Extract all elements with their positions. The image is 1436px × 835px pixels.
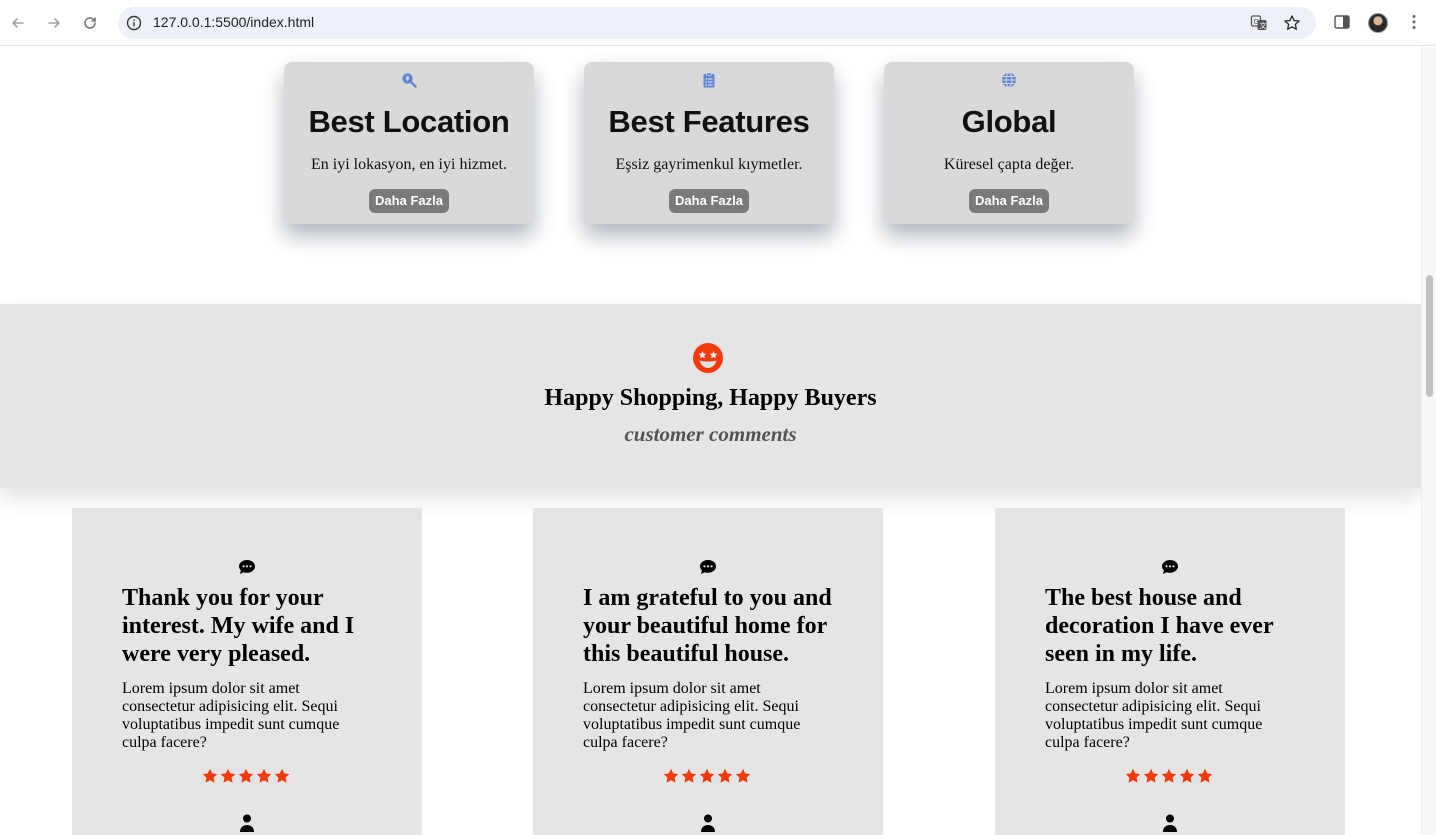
browser-toolbar: 127.0.0.1:5500/index.html G文 — [0, 0, 1436, 46]
feature-card-features: Best Features Eşsiz gayrimenkul kıymetle… — [584, 62, 834, 224]
url-text[interactable]: 127.0.0.1:5500/index.html — [153, 14, 314, 30]
star-icon — [1197, 768, 1213, 783]
search-location-icon — [402, 73, 417, 88]
site-info-icon[interactable] — [126, 15, 142, 31]
comment-dots-icon — [239, 560, 255, 574]
star-icon — [681, 768, 697, 783]
reload-icon[interactable] — [79, 12, 101, 34]
testimonials-header: Happy Shopping, Happy Buyers customer co… — [0, 304, 1421, 488]
globe-icon — [1002, 72, 1016, 88]
star-icon — [256, 768, 272, 783]
comment-heading: Thank you for your interest. My wife and… — [122, 585, 355, 667]
page-viewport: Best Location En iyi lokasyon, en iyi hi… — [0, 47, 1421, 835]
feature-card-global: Global Küresel çapta değer. Daha Fazla — [884, 62, 1134, 224]
star-icon — [663, 768, 679, 783]
comment-body: Lorem ipsum dolor sit amet consectetur a… — [122, 680, 340, 751]
scrollbar-thumb[interactable] — [1426, 275, 1433, 397]
comment-body: Lorem ipsum dolor sit amet consectetur a… — [1045, 680, 1263, 751]
feature-text: Eşsiz gayrimenkul kıymetler. — [615, 156, 803, 173]
star-icon — [735, 768, 751, 783]
star-icon — [699, 768, 715, 783]
user-icon — [1163, 814, 1177, 832]
svg-text:文: 文 — [1260, 21, 1267, 30]
vertical-scrollbar[interactable] — [1421, 47, 1436, 835]
user-icon — [701, 814, 715, 832]
more-button[interactable]: Daha Fazla — [369, 189, 449, 213]
comment-card: I am grateful to you and your beautiful … — [533, 508, 883, 835]
rating-stars — [1125, 768, 1213, 784]
user-icon — [240, 814, 254, 832]
star-icon — [1125, 768, 1141, 783]
star-icon — [274, 768, 290, 783]
feature-title: Best Location — [308, 104, 510, 139]
comment-heading: I am grateful to you and your beautiful … — [583, 585, 832, 667]
star-icon — [1143, 768, 1159, 783]
testimonials-title: Happy Shopping, Happy Buyers — [544, 385, 877, 411]
address-bar[interactable]: 127.0.0.1:5500/index.html G文 — [118, 7, 1316, 39]
feature-title: Best Features — [608, 104, 810, 139]
star-icon — [238, 768, 254, 783]
more-button[interactable]: Daha Fazla — [669, 189, 749, 213]
more-button[interactable]: Daha Fazla — [969, 189, 1049, 213]
comment-card: The best house and decoration I have eve… — [995, 508, 1345, 835]
feature-text: En iyi lokasyon, en iyi hizmet. — [311, 156, 507, 173]
comment-dots-icon — [700, 560, 716, 574]
comment-dots-icon — [1162, 560, 1178, 574]
forward-icon[interactable] — [43, 12, 65, 34]
grin-stars-icon — [693, 343, 723, 373]
comment-body: Lorem ipsum dolor sit amet consectetur a… — [583, 680, 801, 751]
feature-title: Global — [961, 104, 1057, 139]
comment-card: Thank you for your interest. My wife and… — [72, 508, 422, 835]
more-menu-icon[interactable] — [1404, 12, 1424, 32]
bookmark-star-icon[interactable] — [1283, 14, 1301, 32]
star-icon — [717, 768, 733, 783]
clipboard-list-icon — [703, 72, 715, 88]
feature-card-location: Best Location En iyi lokasyon, en iyi hi… — [284, 62, 534, 224]
comment-heading: The best house and decoration I have eve… — [1045, 585, 1274, 667]
side-panel-icon[interactable] — [1332, 12, 1352, 32]
rating-stars — [663, 768, 751, 784]
star-icon — [1161, 768, 1177, 783]
star-icon — [202, 768, 218, 783]
feature-text: Küresel çapta değer. — [943, 156, 1075, 173]
back-icon[interactable] — [7, 12, 29, 34]
star-icon — [1179, 768, 1195, 783]
profile-avatar[interactable] — [1368, 13, 1388, 33]
rating-stars — [202, 768, 290, 784]
testimonials-subtitle: customer comments — [624, 422, 797, 446]
translate-icon[interactable]: G文 — [1250, 14, 1268, 32]
svg-text:G: G — [1254, 18, 1259, 26]
star-icon — [220, 768, 236, 783]
